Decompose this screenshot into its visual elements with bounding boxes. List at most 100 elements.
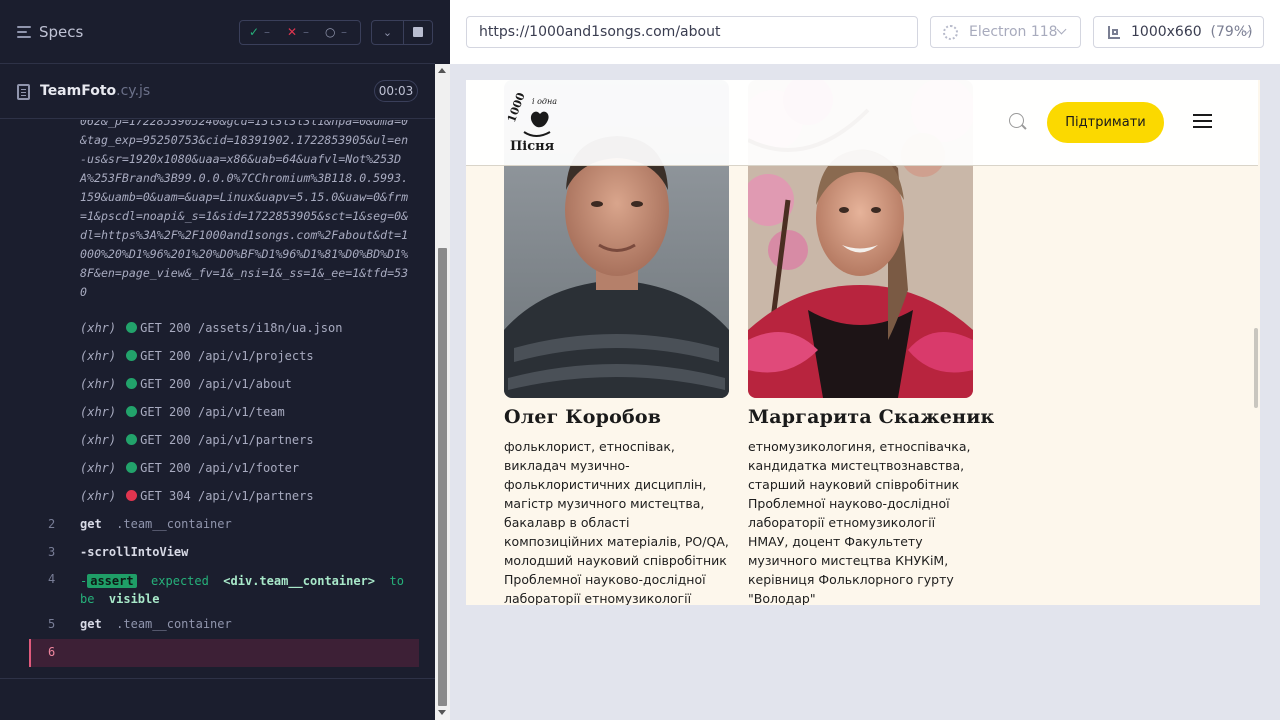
- stop-icon[interactable]: [413, 27, 423, 37]
- assert-body: - assert expected <div.team__container> t…: [80, 572, 410, 608]
- command-selector: .team__container: [116, 617, 232, 631]
- command-body: get .team__container: [80, 517, 232, 531]
- command-number: 6: [48, 645, 56, 659]
- scroll-up-arrow-icon[interactable]: [438, 68, 446, 73]
- browser-select[interactable]: Electron 118: [930, 16, 1081, 48]
- run-controls: ⌄: [371, 20, 433, 45]
- assert-text-expected: expected: [151, 574, 209, 588]
- specs-header: Specs ✓ – ✕ – ○ – ⌄: [0, 0, 435, 64]
- command-keyword: get: [80, 617, 102, 631]
- xhr-label: (xhr): [80, 321, 117, 335]
- command-keyword: get: [80, 517, 102, 531]
- scroll-down-arrow-icon[interactable]: [438, 710, 446, 715]
- hamburger-menu-icon[interactable]: [1193, 114, 1212, 128]
- active-command-row[interactable]: 6: [29, 639, 419, 667]
- app-under-test-panel: Electron 118 1000x660 (79%) 1000 і одна …: [450, 0, 1280, 720]
- xhr-method: GET: [140, 321, 162, 335]
- xhr-log-row[interactable]: (xhr) GET 200 /assets/i18n/ua.json: [80, 321, 342, 341]
- xhr-path: /assets/i18n/ua.json: [197, 321, 343, 335]
- xhr-log-row[interactable]: (xhr) GET 304 /api/v1/partners: [80, 489, 314, 509]
- xhr-status: 200: [169, 321, 191, 335]
- browser-label: Electron 118: [969, 24, 1058, 40]
- site-header: 1000 і одна Пісня Підтримати: [466, 80, 1258, 166]
- command-number: 2: [48, 517, 56, 531]
- xhr-method: GET: [140, 461, 162, 475]
- command-number: 4: [48, 572, 56, 586]
- command-body: get .team__container: [80, 617, 232, 631]
- member-name: Олег Коробов: [504, 406, 662, 428]
- spec-file-basename: TeamFoto: [40, 83, 117, 99]
- viewport-label: 1000x660 (79%): [1131, 24, 1253, 40]
- chevron-down-icon: [1056, 24, 1067, 35]
- cypress-runner-panel: Specs ✓ – ✕ – ○ – ⌄ TeamFoto.cy.js 00:03…: [0, 0, 450, 720]
- chevron-down-icon[interactable]: ⌄: [372, 21, 403, 44]
- xhr-label: (xhr): [80, 349, 117, 363]
- log-url-fragment: 062&_p=1722853905240&gcd=13l3l3l3l1&npa=…: [80, 120, 409, 299]
- xhr-status: 200: [169, 405, 191, 419]
- xhr-log-row[interactable]: (xhr) GET 200 /api/v1/projects: [80, 349, 314, 369]
- failed-count: –: [303, 25, 309, 39]
- specs-list-icon[interactable]: [17, 26, 31, 38]
- xhr-path: /api/v1/projects: [197, 349, 314, 363]
- viewport-select[interactable]: 1000x660 (79%): [1093, 16, 1264, 48]
- command-keyword: -scrollIntoView: [80, 545, 189, 559]
- assert-text-to: to: [389, 574, 404, 588]
- support-button[interactable]: Підтримати: [1047, 102, 1164, 143]
- xhr-status: 200: [169, 461, 191, 475]
- aut-iframe: 1000 і одна Пісня Підтримати Олег Коробо…: [466, 80, 1260, 605]
- scrollbar-thumb[interactable]: [438, 248, 447, 706]
- divider: [0, 678, 435, 679]
- xhr-status: 200: [169, 377, 191, 391]
- passed-icon: ✓: [249, 25, 260, 39]
- member-name: Маргарита Скаженик: [748, 406, 995, 428]
- status-dot-icon: [126, 322, 138, 333]
- xhr-log-row[interactable]: (xhr) GET 200 /api/v1/partners: [80, 433, 314, 453]
- xhr-label: (xhr): [80, 433, 117, 447]
- assert-text-visible: visible: [108, 592, 160, 606]
- pending-count: –: [341, 25, 347, 39]
- xhr-method: GET: [140, 349, 162, 363]
- xhr-method: GET: [140, 489, 162, 503]
- status-dot-icon: [126, 378, 138, 389]
- spec-file-ext: .cy.js: [116, 83, 151, 99]
- site-logo[interactable]: 1000 і одна Пісня: [502, 92, 570, 154]
- spec-file-name: TeamFoto.cy.js: [40, 83, 150, 99]
- xhr-method: GET: [140, 405, 162, 419]
- xhr-label: (xhr): [80, 377, 117, 391]
- xhr-path: /api/v1/about: [197, 377, 292, 391]
- status-dot-icon: [126, 462, 138, 473]
- pending-icon: ○: [325, 25, 336, 39]
- search-icon[interactable]: [1009, 113, 1027, 130]
- member-description: етномузикологиня, етноспівачка, кандидат…: [748, 439, 971, 605]
- viewport-size-icon: [1108, 26, 1120, 39]
- xhr-log-row[interactable]: (xhr) GET 200 /api/v1/about: [80, 377, 292, 397]
- xhr-path: /api/v1/partners: [197, 489, 314, 503]
- assert-text-be: be: [80, 592, 95, 606]
- logo-text-1000: 1000: [505, 92, 528, 124]
- xhr-path: /api/v1/partners: [197, 433, 314, 447]
- status-dot-icon: [126, 434, 138, 445]
- status-dot-icon: [126, 350, 138, 361]
- xhr-method: GET: [140, 377, 162, 391]
- xhr-log-row[interactable]: (xhr) GET 200 /api/v1/team: [80, 405, 285, 425]
- member-description: фольклорист, етноспівак, викладач музичн…: [504, 439, 729, 605]
- spec-file-header: TeamFoto.cy.js 00:03: [0, 65, 435, 119]
- page-scrollbar-thumb[interactable]: [1254, 328, 1258, 408]
- xhr-log-row[interactable]: (xhr) GET 200 /api/v1/footer: [80, 461, 299, 481]
- logo-text-mid: і одна: [532, 97, 557, 106]
- status-dot-icon: [126, 490, 138, 501]
- xhr-label: (xhr): [80, 489, 117, 503]
- xhr-label: (xhr): [80, 461, 117, 475]
- passed-count: –: [264, 25, 270, 39]
- log-scrollbar[interactable]: [435, 64, 450, 720]
- xhr-path: /api/v1/footer: [197, 461, 300, 475]
- url-input[interactable]: [466, 16, 918, 48]
- specs-label[interactable]: Specs: [39, 23, 83, 41]
- command-number: 5: [48, 617, 56, 631]
- xhr-method: GET: [140, 433, 162, 447]
- test-stats: ✓ – ✕ – ○ –: [239, 20, 361, 45]
- file-icon: [17, 84, 30, 100]
- viewport-size: 1000x660: [1131, 24, 1202, 40]
- aut-toolbar: Electron 118 1000x660 (79%): [450, 0, 1280, 64]
- logo-text-bottom: Пісня: [510, 139, 555, 154]
